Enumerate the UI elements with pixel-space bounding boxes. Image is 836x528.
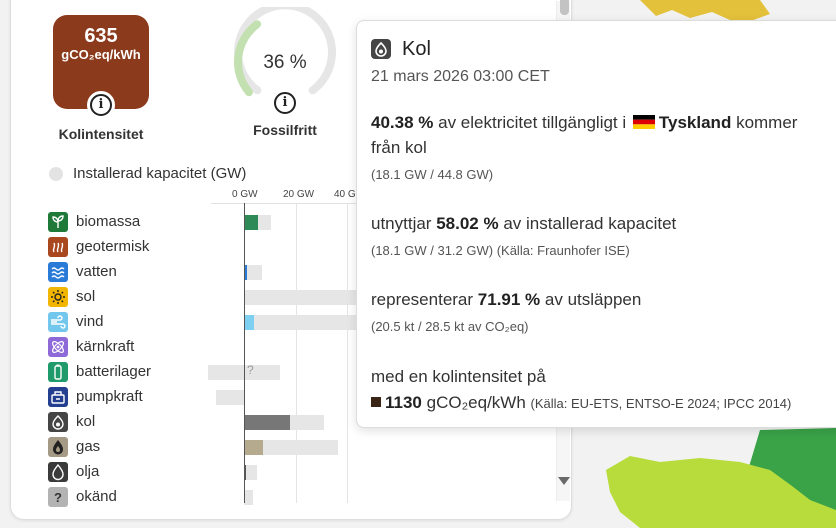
question-icon: ?	[48, 487, 68, 507]
oil-icon	[48, 462, 68, 482]
capacity-legend-swatch	[49, 167, 63, 181]
source-name: kol	[76, 413, 96, 430]
tooltip-title: Kol	[402, 38, 431, 60]
source-name: okänd	[76, 488, 117, 505]
source-name: kärnkraft	[76, 338, 135, 355]
source-row-olja[interactable]: olja	[11, 461, 551, 483]
tooltip-share-pct: 40.38 %	[371, 113, 434, 132]
sprout-icon	[48, 212, 68, 232]
fossil-free-value: 36 %	[263, 52, 306, 73]
svg-text:?: ?	[54, 490, 62, 505]
tooltip-util-detail: (18.1 GW / 31.2 GW) (Källa: Fraunhofer I…	[371, 243, 630, 258]
production-bar[interactable]	[244, 440, 264, 455]
wind-icon	[48, 312, 68, 332]
tooltip-emis-text-end: av utsläppen	[544, 290, 642, 309]
tooltip-share-text-end: kommer	[736, 113, 798, 132]
carbon-intensity-info-icon[interactable]: i	[87, 91, 115, 119]
water-icon	[48, 262, 68, 282]
production-bar[interactable]	[244, 415, 291, 430]
coal-tooltip: Kol 21 mars 2026 03:00 CET 40.38 % av el…	[356, 20, 836, 428]
axis-tick-1: 20 GW	[283, 189, 315, 200]
capacity-bar[interactable]	[244, 465, 257, 480]
carbon-intensity-value: 635	[84, 25, 118, 47]
tooltip-country: Tyskland	[658, 113, 732, 132]
source-name: vind	[76, 313, 104, 330]
tooltip-share-text: av elektricitet tillgängligt i	[438, 113, 627, 132]
germany-flag-icon	[632, 114, 655, 129]
tooltip-ci-source: (Källa: EU-ETS, ENTSO-E 2024; IPCC 2014)	[530, 396, 792, 411]
source-row-okänd[interactable]: ? okänd	[11, 486, 551, 508]
source-name: vatten	[76, 263, 117, 280]
zero-axis-line	[244, 203, 245, 503]
tooltip-share-line2: från kol	[371, 138, 427, 157]
source-name: geotermisk	[76, 238, 150, 255]
production-bar[interactable]	[244, 215, 259, 230]
tooltip-share-detail: (18.1 GW / 44.8 GW)	[371, 167, 494, 182]
source-name: batterilager	[76, 363, 152, 380]
tooltip-emis-detail: (20.5 kt / 28.5 kt av CO₂eq)	[371, 319, 529, 334]
tooltip-ci-value: 1130	[385, 393, 422, 412]
tooltip-ci-unit: gCO₂eq/kWh	[426, 393, 526, 412]
tooltip-util-text: utnyttjar	[371, 214, 432, 233]
heat-icon	[48, 237, 68, 257]
carbon-intensity-unit: gCO₂eq/kWh	[61, 47, 141, 62]
carbon-intensity-label: Kolintensitet	[58, 126, 144, 142]
tooltip-ci-line: 1130 gCO₂eq/kWh (Källa: EU-ETS, ENTSO-E …	[371, 393, 791, 413]
chart-top-border	[211, 203, 361, 204]
tooltip-share-line: 40.38 % av elektricitet tillgängligt i T…	[371, 113, 797, 133]
scrollbar-thumb[interactable]	[560, 0, 569, 15]
tooltip-emis-pct: 71.91 %	[477, 290, 541, 309]
tooltip-emis-text: representerar	[371, 290, 474, 309]
capacity-bar[interactable]	[244, 315, 356, 330]
source-name: pumpkraft	[76, 388, 143, 405]
fossil-free-label: Fossilfritt	[253, 122, 317, 138]
production-bar[interactable]	[244, 315, 255, 330]
atom-icon	[48, 337, 68, 357]
tooltip-utilization-line: utnyttjar 58.02 % av installerad kapacit…	[371, 214, 676, 234]
source-name: biomassa	[76, 213, 141, 230]
coal-icon	[48, 412, 68, 432]
scroll-down-arrow-icon[interactable]	[558, 477, 570, 485]
fossil-free-info-icon[interactable]: i	[271, 89, 299, 117]
tooltip-emissions-line: representerar 71.91 % av utsläppen	[371, 290, 641, 310]
battery-icon	[48, 362, 68, 382]
tooltip-ci-text: med en kolintensitet på	[371, 367, 546, 386]
tooltip-util-pct: 58.02 %	[436, 214, 499, 233]
axis-tick-2: 40 G	[334, 189, 356, 200]
capacity-bar[interactable]	[244, 490, 253, 505]
coal-color-swatch	[371, 397, 381, 407]
capacity-legend-label: Installerad kapacitet (GW)	[73, 165, 247, 182]
sun-icon	[48, 287, 68, 307]
source-name: sol	[76, 288, 96, 305]
source-name: gas	[76, 438, 101, 455]
source-name: olja	[76, 463, 100, 480]
pump-icon	[48, 387, 68, 407]
gas-icon	[48, 437, 68, 457]
source-row-gas[interactable]: gas	[11, 436, 551, 458]
axis-tick-0: 0 GW	[232, 189, 258, 200]
tooltip-date: 21 mars 2026 03:00 CET	[371, 68, 550, 85]
capacity-bar[interactable]	[244, 290, 356, 305]
unknown-value-mark: ?	[247, 363, 254, 377]
capacity-bar[interactable]	[215, 390, 244, 405]
coal-icon	[371, 39, 391, 59]
tooltip-util-text-end: av installerad kapacitet	[503, 214, 677, 233]
